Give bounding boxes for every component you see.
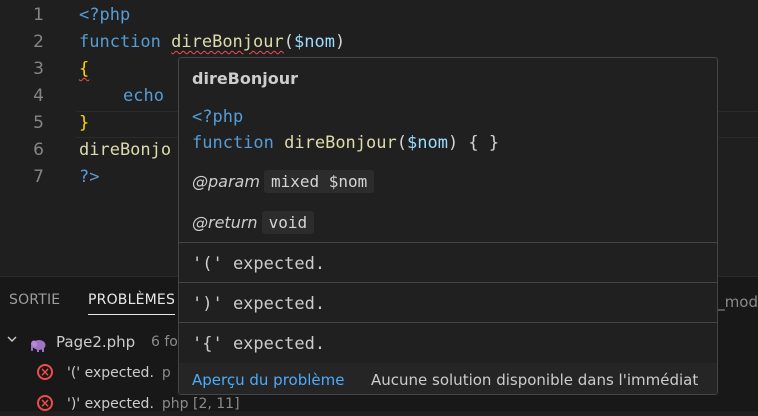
error-circle-icon: × (37, 364, 53, 380)
problem-row[interactable]: × ')' expected. php [2, 11] (0, 392, 758, 416)
paren-close: ) (334, 32, 346, 52)
problem-file-path: 6 fo (151, 334, 178, 350)
hover-param-tag: @param mixed $nom (192, 170, 375, 193)
close-brace: } (79, 113, 90, 133)
param-tag-value: mixed $nom (263, 170, 375, 193)
chevron-down-icon[interactable] (6, 330, 18, 354)
hover-code-tail: ) { } (447, 133, 500, 153)
function-name[interactable]: direBonjour (171, 32, 284, 52)
line-number: 4 (33, 86, 44, 106)
problem-location: p (161, 365, 171, 381)
hover-divider (179, 242, 717, 243)
return-tag-name: @return (192, 213, 258, 232)
return-tag-value: void (261, 211, 315, 234)
hover-function-name: direBonjour (284, 133, 397, 153)
no-quick-fix-text: Aucune solution disponible dans l'immédi… (371, 371, 699, 389)
hover-tooltip: direBonjour <?php function direBonjour($… (178, 57, 718, 395)
hover-error-message: '{' expected. (192, 334, 326, 354)
param-tag-name: @param (192, 172, 260, 191)
hover-paren: ( (396, 133, 407, 153)
tab-output[interactable]: SORTIE (9, 292, 60, 308)
hover-keyword: function (192, 133, 274, 153)
php-open-tag: <?php (79, 5, 131, 25)
view-problem-link[interactable]: Aperçu du problème (192, 371, 344, 389)
open-brace: { (79, 59, 90, 79)
tab-problems[interactable]: PROBLÈMES (88, 292, 176, 315)
param-variable: $nom (293, 32, 335, 52)
line-number: 5 (33, 113, 44, 133)
php-close-tag: ?> (79, 167, 100, 187)
line-number: 3 (33, 59, 44, 79)
line-number: 1 (33, 5, 44, 25)
code-line-2[interactable]: 2 function direBonjour($nom) (0, 29, 758, 56)
hover-error-message: ')' expected. (192, 294, 326, 314)
hover-footer: Aperçu du problème Aucune solution dispo… (179, 363, 717, 394)
line-number: 6 (33, 140, 44, 160)
hover-error-message: '(' expected. (192, 254, 326, 274)
elephant-icon (30, 335, 46, 352)
hover-code-signature: function direBonjour($nom) { } (192, 133, 499, 153)
panel-side-text: _mod (717, 293, 758, 311)
hover-divider (179, 322, 717, 323)
keyword-function: function (79, 32, 161, 52)
hover-divider (179, 282, 717, 283)
hover-title: direBonjour (192, 69, 299, 88)
hover-param: $nom (406, 133, 448, 153)
problem-message: '(' expected. (67, 365, 154, 381)
problem-file-name: Page2.php (56, 333, 136, 351)
code-line-1[interactable]: 1 <?php (0, 2, 758, 29)
paren-open: ( (283, 32, 294, 52)
hover-return-tag: @return void (192, 211, 315, 234)
line-number: 2 (33, 32, 44, 52)
function-call: direBonjo (79, 140, 172, 160)
line-number: 7 (33, 167, 44, 187)
hover-code-php-tag: <?php (192, 107, 244, 127)
keyword-echo: echo (123, 86, 164, 106)
error-circle-icon: × (37, 395, 53, 411)
